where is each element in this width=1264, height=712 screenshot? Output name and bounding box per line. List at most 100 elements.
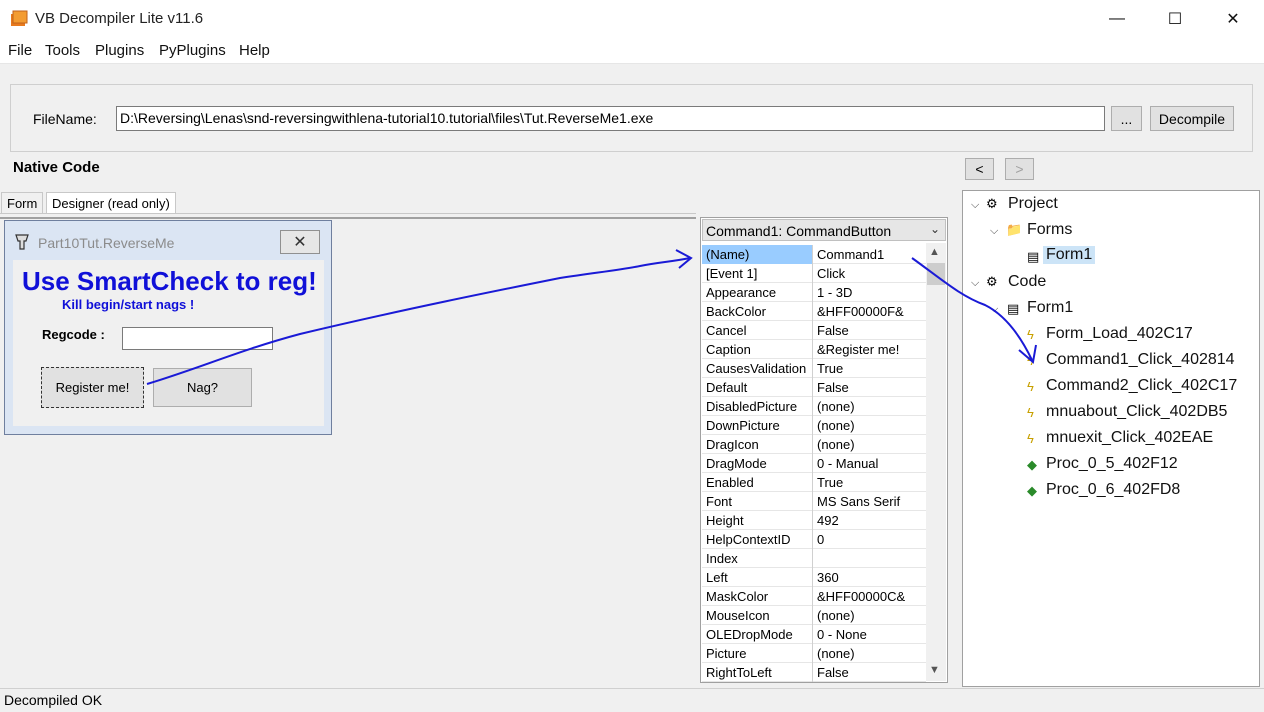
back-button[interactable]: < [965,158,994,180]
property-row[interactable]: DisabledPicture (none) [702,397,926,416]
proc-icon: ◆ [1027,483,1037,498]
scrollbar-thumb[interactable] [927,263,945,285]
property-name: DisabledPicture [702,397,813,416]
property-row[interactable]: BackColor &HFF00000F& [702,302,926,321]
menu-tools[interactable]: Tools [45,42,80,59]
minimize-button[interactable]: — [1088,0,1146,38]
menu-plugins[interactable]: Plugins [95,42,144,59]
property-value[interactable]: MS Sans Serif [815,492,925,511]
tree-item-forms[interactable]: Forms [1027,221,1072,239]
property-name: Caption [702,340,813,359]
status-bar [0,688,1264,712]
property-row[interactable]: Picture (none) [702,644,926,663]
property-row[interactable]: Cancel False [702,321,926,340]
property-value[interactable]: (none) [815,416,925,435]
decompile-button[interactable]: Decompile [1150,106,1234,131]
property-row[interactable]: Left 360 [702,568,926,587]
collapse-icon[interactable]: ⌵ [990,225,998,238]
property-row[interactable]: HelpContextID 0 [702,530,926,549]
property-row[interactable]: (Name) Command1 [702,245,926,264]
tree-item-procedure[interactable]: Form_Load_402C17 [1046,325,1193,343]
property-value[interactable]: 360 [815,568,925,587]
menu-file[interactable]: File [8,42,32,59]
browse-button[interactable]: ... [1111,106,1142,131]
register-button[interactable]: Register me! [41,367,144,408]
form-title: Part10Tut.ReverseMe [38,235,175,251]
property-value[interactable]: 0 - Manual [815,454,925,473]
chevron-down-icon[interactable]: ⌄ [930,222,940,236]
scroll-down-icon[interactable]: ▼ [929,664,940,676]
property-value[interactable]: True [815,473,925,492]
property-value[interactable]: &HFF00000C& [815,587,925,606]
property-name: Font [702,492,813,511]
property-row[interactable]: Index [702,549,926,568]
collapse-icon[interactable]: ⌵ [971,277,979,290]
collapse-icon[interactable]: ⌵ [990,303,998,316]
nag-button[interactable]: Nag? [153,368,252,407]
property-row[interactable]: Height 492 [702,511,926,530]
property-value[interactable]: (none) [815,606,925,625]
property-value[interactable]: 0 [815,530,925,549]
tree-item-procedure[interactable]: mnuexit_Click_402EAE [1046,429,1213,447]
scroll-up-icon[interactable]: ▲ [929,246,940,258]
tree-item-procedure[interactable]: Proc_0_6_402FD8 [1046,481,1180,499]
property-row[interactable]: Enabled True [702,473,926,492]
property-value[interactable]: True [815,359,925,378]
property-value[interactable]: Click [815,264,925,283]
property-value[interactable]: (none) [815,435,925,454]
filename-label: FileName: [33,111,97,127]
property-row[interactable]: [Event 1] Click [702,264,926,283]
close-button[interactable]: ✕ [1204,0,1262,38]
menu-pyplugins[interactable]: PyPlugins [159,42,226,59]
property-row[interactable]: Appearance 1 - 3D [702,283,926,302]
property-value[interactable]: (none) [815,644,925,663]
property-row[interactable]: CausesValidation True [702,359,926,378]
property-row[interactable]: RightToLeft False [702,663,926,682]
property-value[interactable]: &HFF00000F& [815,302,925,321]
maximize-button[interactable]: ☐ [1146,0,1204,38]
tree-item-procedure[interactable]: Command2_Click_402C17 [1046,377,1237,395]
filename-input[interactable]: D:\Reversing\Lenas\snd-reversingwithlena… [116,106,1105,131]
proc-icon: ◆ [1027,457,1037,472]
property-value[interactable]: 1 - 3D [815,283,925,302]
property-row[interactable]: Font MS Sans Serif [702,492,926,511]
property-row[interactable]: Caption &Register me! [702,340,926,359]
object-selector[interactable]: Command1: CommandButton [702,219,946,241]
tree-item-procedure[interactable]: Command1_Click_402814 [1046,351,1235,369]
property-value[interactable]: Command1 [815,245,925,264]
property-value[interactable]: False [815,321,925,340]
property-value[interactable] [815,549,925,568]
form-heading: Use SmartCheck to reg! [22,266,317,296]
event-icon: ϟ [1027,379,1034,394]
property-value[interactable]: 492 [815,511,925,530]
menu-help[interactable]: Help [239,42,270,59]
property-row[interactable]: DragMode 0 - Manual [702,454,926,473]
property-value[interactable]: &Register me! [815,340,925,359]
tree-item-procedure[interactable]: Proc_0_5_402F12 [1046,455,1178,473]
collapse-icon[interactable]: ⌵ [971,199,979,212]
tree-item-form1[interactable]: Form1 [1043,246,1096,264]
property-row[interactable]: MaskColor &HFF00000C& [702,587,926,606]
module-icon: ▤ [1007,301,1020,316]
property-name: MouseIcon [702,606,813,625]
tree-item-code-form1[interactable]: Form1 [1027,299,1073,317]
forward-button[interactable]: > [1005,158,1034,180]
project-icon: ⚙ [986,196,998,211]
tab-designer[interactable]: Designer (read only) [46,192,176,213]
property-value[interactable]: False [815,378,925,397]
tree-item-project[interactable]: Project [1008,195,1058,213]
tab-form[interactable]: Form [1,192,44,213]
property-value[interactable]: (none) [815,397,925,416]
property-row[interactable]: DownPicture (none) [702,416,926,435]
tree-item-procedure[interactable]: mnuabout_Click_402DB5 [1046,403,1227,421]
properties-scrollbar[interactable] [926,243,946,681]
property-value[interactable]: 0 - None [815,625,925,644]
property-row[interactable]: OLEDropMode 0 - None [702,625,926,644]
property-value[interactable]: False [815,663,925,682]
property-name: [Event 1] [702,264,813,283]
regcode-input[interactable] [122,327,273,350]
property-row[interactable]: MouseIcon (none) [702,606,926,625]
tree-item-code[interactable]: Code [1008,273,1046,291]
property-row[interactable]: DragIcon (none) [702,435,926,454]
property-row[interactable]: Default False [702,378,926,397]
